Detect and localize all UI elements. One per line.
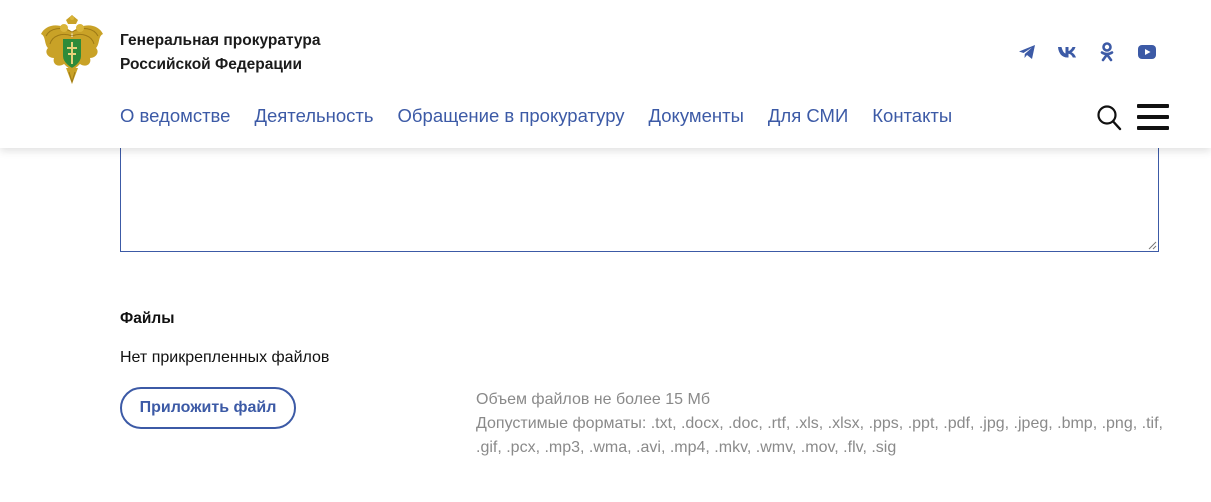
nav-item-activity[interactable]: Деятельность bbox=[254, 105, 373, 127]
files-section-title: Файлы bbox=[120, 310, 175, 327]
site-header: Генеральная прокуратура Российской Федер… bbox=[0, 0, 1211, 148]
attach-file-button[interactable]: Приложить файл bbox=[120, 387, 296, 429]
no-files-message: Нет прикрепленных файлов bbox=[120, 349, 330, 366]
search-icon[interactable] bbox=[1096, 104, 1122, 132]
telegram-icon[interactable] bbox=[1015, 40, 1039, 64]
file-size-hint: Объем файлов не более 15 Мб bbox=[476, 391, 710, 408]
nav-item-appeal[interactable]: Обращение в прокуратуру bbox=[398, 105, 625, 127]
hamburger-menu-icon[interactable] bbox=[1137, 104, 1169, 130]
youtube-icon[interactable] bbox=[1135, 40, 1159, 64]
resize-handle-icon[interactable] bbox=[1147, 240, 1157, 250]
file-formats-hint: Допустимые форматы: .txt, .docx, .doc, .… bbox=[476, 415, 1163, 456]
organization-name[interactable]: Генеральная прокуратура Российской Федер… bbox=[120, 29, 320, 77]
nav-item-about[interactable]: О ведомстве bbox=[120, 105, 230, 127]
main-navigation: О ведомстве Деятельность Обращение в про… bbox=[120, 105, 952, 127]
org-name-line1: Генеральная прокуратура bbox=[120, 32, 321, 49]
nav-item-documents[interactable]: Документы bbox=[649, 105, 744, 127]
odnoklassniki-icon[interactable] bbox=[1095, 40, 1119, 64]
vk-icon[interactable] bbox=[1055, 40, 1079, 64]
nav-item-media[interactable]: Для СМИ bbox=[768, 105, 848, 127]
prosecutor-emblem-logo[interactable] bbox=[38, 14, 106, 86]
nav-item-contacts[interactable]: Контакты bbox=[872, 105, 952, 127]
org-name-line2: Российской Федерации bbox=[120, 56, 302, 73]
file-requirements: Объем файлов не более 15 Мб Допустимые ф… bbox=[476, 388, 1166, 460]
